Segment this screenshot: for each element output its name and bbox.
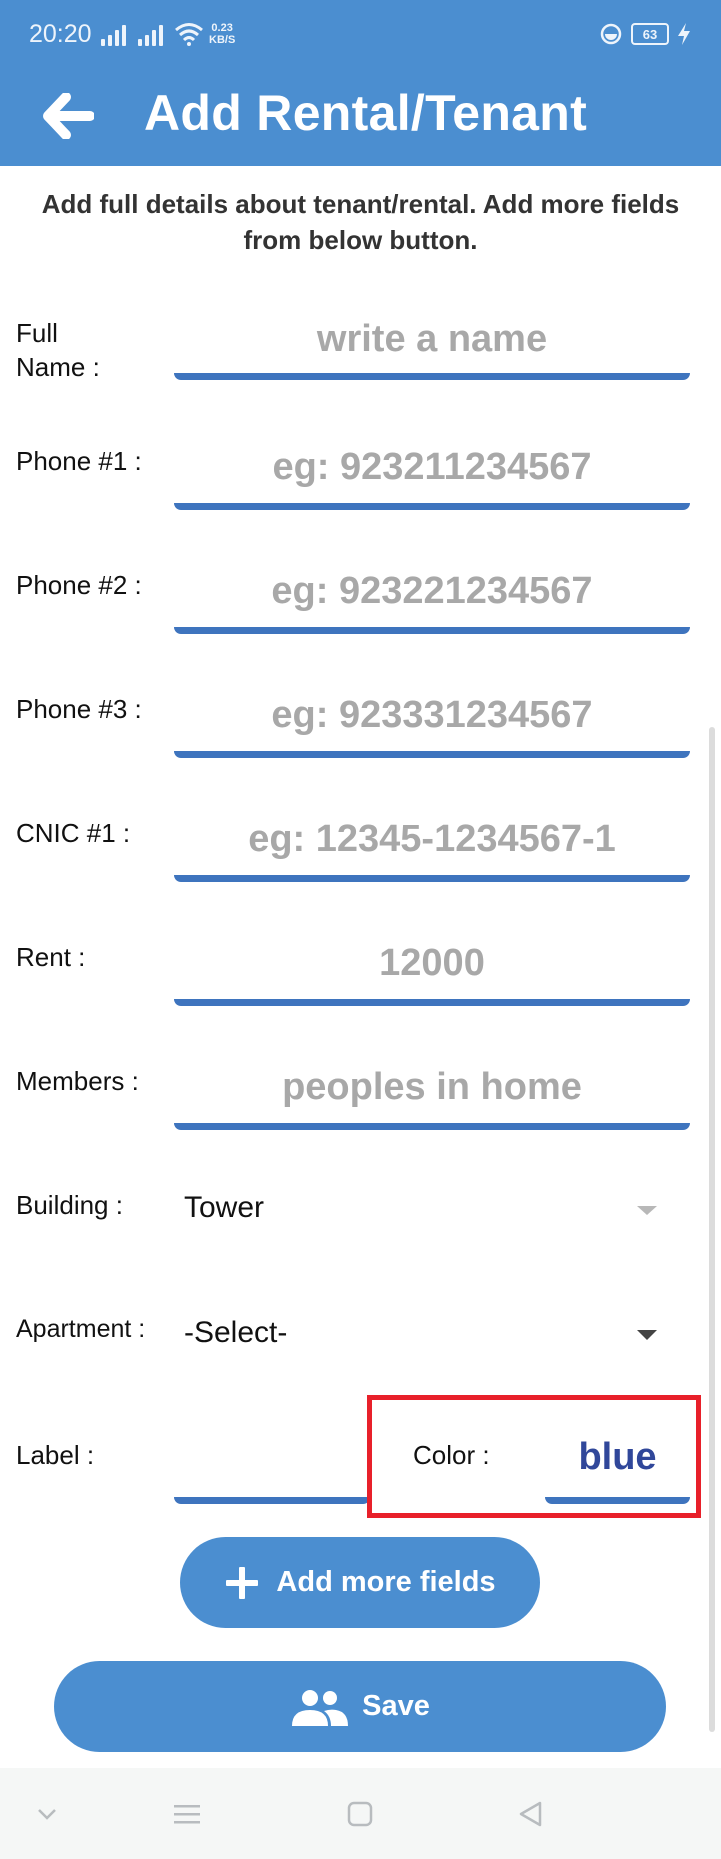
battery-icon: 63 [631, 23, 669, 45]
network-speed: 0.23 KB/S [209, 22, 235, 46]
signal-icon [101, 24, 126, 46]
status-time: 20:20 [29, 20, 92, 48]
signal-icon [138, 24, 163, 46]
rent-underline [174, 999, 690, 1006]
phone2-label: Phone #2 : [16, 570, 142, 600]
building-select[interactable]: Tower [174, 1184, 690, 1234]
apartment-select[interactable]: -Select- [174, 1308, 690, 1358]
full-name-label-line-2: Name : [16, 352, 100, 382]
system-nav-bar [0, 1768, 721, 1859]
app-bar: 20:20 0.23 KB/S 63 Add Rental/Tenant [0, 0, 721, 166]
phone2-row: Phone #2 : [0, 564, 721, 674]
phone1-underline [174, 503, 690, 510]
phone3-label: Phone #3 : [16, 694, 142, 724]
plus-icon [226, 1566, 259, 1599]
highlight-box [367, 1395, 701, 1518]
full-name-label: Full Name : [16, 316, 100, 384]
intro-text: Add full details about tenant/rental. Ad… [0, 186, 721, 258]
rent-label: Rent : [16, 942, 86, 972]
building-label: Building : [16, 1190, 123, 1220]
status-right: 63 [599, 22, 691, 46]
label-input[interactable] [174, 1432, 370, 1482]
label-field-label: Label : [16, 1440, 95, 1470]
full-name-row: Full Name : [0, 310, 721, 420]
intro-line-2: from below button. [243, 225, 478, 255]
wifi-icon [175, 23, 203, 46]
phone3-input[interactable] [174, 690, 690, 740]
network-speed-unit: KB/S [209, 34, 236, 46]
page-title: Add Rental/Tenant [144, 85, 588, 141]
arrow-left-icon [43, 93, 94, 139]
building-select-value: Tower [184, 1191, 265, 1224]
apartment-select-value: -Select- [184, 1316, 288, 1349]
nav-home-button[interactable] [342, 1796, 378, 1832]
members-input[interactable] [174, 1062, 690, 1112]
phone2-input[interactable] [174, 566, 690, 616]
label-underline [174, 1497, 370, 1504]
cnic1-row: CNIC #1 : [0, 812, 721, 922]
save-label: Save [362, 1690, 430, 1722]
nav-menu-button[interactable] [169, 1796, 205, 1832]
members-label: Members : [16, 1066, 139, 1096]
building-row: Building : Tower [0, 1184, 721, 1294]
full-name-label-line-1: Full [16, 318, 58, 348]
network-speed-value: 0.23 [211, 22, 233, 34]
chevron-down-icon [38, 1809, 56, 1820]
people-icon [292, 1689, 349, 1726]
chevron-down-icon [637, 1330, 657, 1340]
cnic1-underline [174, 875, 690, 882]
phone3-underline [174, 751, 690, 758]
save-button[interactable]: Save [54, 1661, 666, 1752]
phone1-input[interactable] [174, 442, 690, 492]
apartment-label: Apartment : [16, 1315, 146, 1343]
status-bar: 20:20 0.23 KB/S 63 [0, 0, 721, 70]
scrollbar[interactable] [709, 727, 715, 1732]
full-name-input[interactable] [174, 314, 690, 364]
add-more-fields-label: Add more fields [276, 1566, 496, 1598]
triangle-back-icon [519, 1801, 542, 1827]
phone2-underline [174, 627, 690, 634]
cnic1-label: CNIC #1 : [16, 818, 131, 848]
rent-row: Rent : [0, 936, 721, 1046]
full-name-underline [174, 373, 690, 380]
menu-icon [174, 1805, 200, 1824]
nav-back-button[interactable] [512, 1796, 548, 1832]
add-more-fields-button[interactable]: Add more fields [180, 1537, 540, 1628]
members-row: Members : [0, 1060, 721, 1170]
members-underline [174, 1123, 690, 1130]
phone1-label: Phone #1 : [16, 446, 142, 476]
back-button[interactable] [40, 88, 96, 144]
chevron-down-icon [637, 1206, 657, 1215]
intro-line-1: Add full details about tenant/rental. Ad… [41, 189, 680, 219]
data-saver-icon [600, 23, 622, 45]
charging-icon [678, 23, 690, 45]
nav-hide-button[interactable] [29, 1796, 65, 1832]
rent-input[interactable] [174, 938, 690, 988]
cnic1-input[interactable] [174, 814, 690, 864]
square-icon [347, 1801, 373, 1827]
phone3-row: Phone #3 : [0, 688, 721, 798]
phone1-row: Phone #1 : [0, 440, 721, 550]
